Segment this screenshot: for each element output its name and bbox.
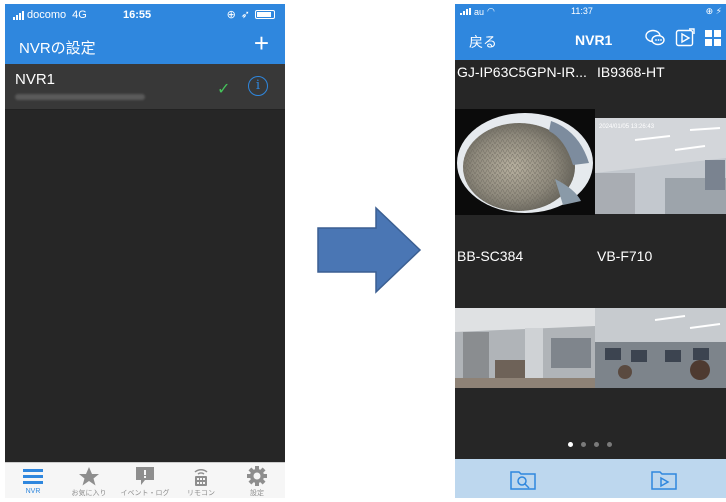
event-log-icon	[136, 467, 154, 485]
tab-label: リモコン	[187, 490, 215, 497]
tab-favorites[interactable]: お気に入り	[61, 465, 117, 498]
camera-feed-office[interactable]: 2024/01/05 13:26:43	[595, 118, 726, 214]
camera-feed-desks[interactable]	[595, 308, 726, 388]
status-bar: docomo 4G 16:55 ⊕ ➶	[5, 4, 285, 26]
room-image	[455, 308, 595, 388]
nvr-name: NVR1	[15, 71, 56, 88]
camera-label: VB-F710	[597, 248, 653, 264]
tab-nvr[interactable]: NVR	[5, 465, 61, 495]
status-bar: au ◠ 11:37 ⊕ ⚡	[455, 4, 726, 20]
tab-remote[interactable]: リモコン	[173, 465, 229, 498]
remote-icon	[194, 468, 208, 486]
tab-bar: NVR お気に入り イベント・ログ リモコン 設定	[5, 462, 285, 498]
camera-label: GJ-IP63C5GPN-IR...	[457, 64, 587, 80]
tab-settings[interactable]: 設定	[229, 465, 285, 498]
camera-feed-fisheye[interactable]	[455, 109, 595, 215]
rotation-lock-icon: ⊕	[226, 9, 236, 21]
page-title: NVR1	[575, 32, 613, 48]
network-type: 4G	[72, 9, 87, 21]
right-phone-screen: au ◠ 11:37 ⊕ ⚡ 戻る NVR1 GJ-IP63C5GPN-IR..…	[455, 4, 726, 498]
page-title: NVRの設定	[19, 40, 96, 57]
rotation-lock-icon: ⊕ ⚡	[705, 6, 722, 16]
star-icon	[79, 467, 99, 486]
nvr-address-blurred	[15, 94, 145, 100]
playback-icon[interactable]	[675, 28, 695, 48]
page-dot	[581, 442, 586, 447]
signal-icon	[13, 10, 24, 20]
carrier-name: docomo	[27, 9, 67, 21]
page-dot	[607, 442, 612, 447]
tab-label: NVR	[25, 488, 41, 495]
list-item-nvr1[interactable]: NVR1 ✓ i	[5, 64, 285, 110]
nvr-settings-header: docomo 4G 16:55 ⊕ ➶ NVRの設定 +	[5, 4, 285, 64]
camera-label: BB-SC384	[457, 248, 524, 264]
page-dot	[568, 442, 573, 447]
page-indicator[interactable]	[568, 442, 612, 447]
page-dot	[594, 442, 599, 447]
back-button[interactable]: 戻る	[469, 32, 497, 52]
comparison-stage: docomo 4G 16:55 ⊕ ➶ NVRの設定 + NVR1 ✓ i NV…	[0, 0, 726, 502]
tab-event-log[interactable]: イベント・ログ	[117, 465, 173, 498]
playback-folder-icon[interactable]	[651, 468, 677, 490]
tab-label: 設定	[250, 490, 264, 497]
grid-layout-icon[interactable]	[704, 29, 722, 47]
signal-icon	[460, 8, 471, 15]
status-time: 11:37	[571, 6, 593, 16]
tab-label: イベント・ログ	[120, 490, 170, 497]
check-icon: ✓	[217, 81, 231, 98]
wifi-icon: ◠	[487, 6, 495, 16]
timestamp-overlay: 2024/01/05 13:26:43	[599, 124, 655, 130]
office-image	[595, 118, 726, 214]
left-phone-screen: docomo 4G 16:55 ⊕ ➶ NVRの設定 + NVR1 ✓ i NV…	[5, 4, 285, 498]
list-icon	[23, 469, 43, 484]
plus-icon[interactable]: +	[254, 30, 269, 56]
carrier-name: au	[474, 6, 485, 17]
location-icon: ➶	[240, 9, 250, 21]
bottom-toolbar	[455, 459, 726, 498]
carrier-info: docomo 4G	[13, 9, 87, 21]
camera-feed-room[interactable]	[455, 308, 595, 388]
gear-icon	[247, 466, 267, 486]
transition-arrow-icon	[317, 206, 422, 294]
tab-label: お気に入り	[71, 490, 107, 497]
search-folder-icon[interactable]	[510, 468, 536, 490]
info-icon[interactable]: i	[248, 76, 268, 96]
nvr-view-header: au ◠ 11:37 ⊕ ⚡ 戻る NVR1	[455, 4, 726, 60]
desks-image	[595, 308, 726, 388]
camera-label: IB9368-HT	[597, 64, 665, 80]
fisheye-image	[457, 113, 593, 213]
chat-icon[interactable]	[644, 29, 666, 47]
status-time: 16:55	[123, 9, 152, 21]
battery-icon	[255, 10, 275, 19]
